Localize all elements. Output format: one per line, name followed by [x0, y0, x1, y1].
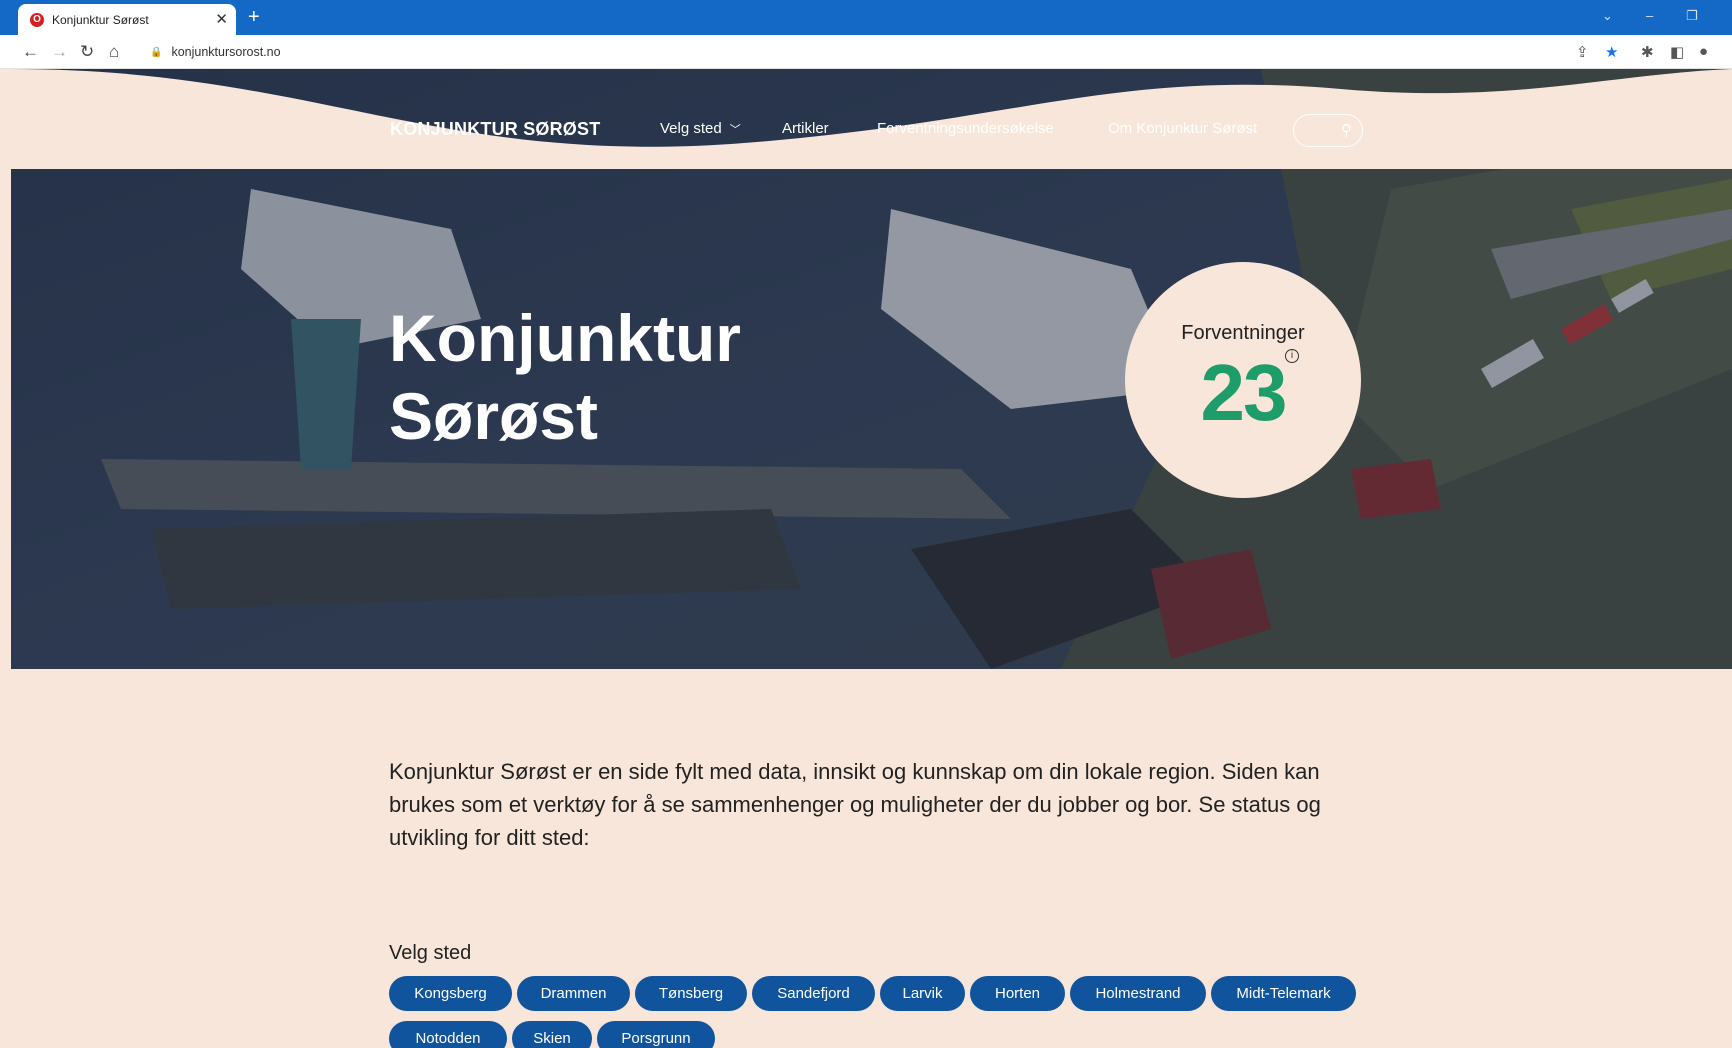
place-pill[interactable]: Notodden	[389, 1021, 507, 1048]
minimize-icon[interactable]: –	[1646, 8, 1653, 23]
tab-search-icon[interactable]: ⌄	[1602, 8, 1613, 24]
place-pill[interactable]: Kongsberg	[389, 976, 512, 1011]
tab-title: Konjunktur Sørøst	[52, 12, 149, 27]
hero-title: Konjunktur Sørøst	[389, 299, 741, 455]
lock-icon: 🔒	[150, 46, 163, 58]
extensions-icon[interactable]: ✱	[1641, 43, 1654, 61]
place-pill[interactable]: Drammen	[517, 976, 630, 1011]
address-bar[interactable]: 🔒 konjunktursorost.no	[142, 40, 1572, 64]
back-icon[interactable]: ←	[22, 42, 39, 62]
search-button[interactable]: ⚲	[1293, 114, 1363, 147]
site-logo[interactable]: KONJUNKTUR SØRØST	[390, 119, 600, 140]
expectations-label: Forventninger	[1181, 322, 1305, 344]
chevron-down-icon: ﹀	[729, 124, 741, 136]
place-pill[interactable]: Horten	[970, 976, 1065, 1011]
tab-bar: O Konjunktur Sørøst ✕ + ⌄ – ❐	[0, 0, 1732, 35]
place-pill[interactable]: Sandefjord	[752, 976, 875, 1011]
expectations-value: 23	[1200, 348, 1288, 437]
info-icon[interactable]: i	[1285, 349, 1299, 363]
forward-icon[interactable]: →	[51, 42, 68, 62]
nav-forventningsundersokelse[interactable]: Forventningsundersøkelse	[877, 120, 1054, 137]
reload-icon[interactable]: ↻	[80, 42, 94, 62]
search-icon: ⚲	[1341, 122, 1352, 139]
place-pill[interactable]: Larvik	[880, 976, 965, 1011]
nav-velg-sted[interactable]: Velg sted ﹀	[660, 120, 741, 137]
share-icon[interactable]: ⇪	[1576, 43, 1589, 61]
hero-title-line2: Sørøst	[389, 379, 599, 453]
nav-om-konjunktur-sorost[interactable]: Om Konjunktur Sørøst	[1108, 120, 1257, 137]
new-tab-icon[interactable]: +	[248, 6, 260, 29]
bookmark-star-icon[interactable]: ★	[1605, 43, 1618, 61]
hero-wave-divider	[11, 69, 1732, 169]
close-tab-icon[interactable]: ✕	[215, 10, 228, 28]
places-label: Velg sted	[389, 942, 472, 964]
browser-tab[interactable]: O Konjunktur Sørøst ✕	[18, 4, 236, 35]
side-panel-icon[interactable]: ◧	[1670, 43, 1684, 61]
hero-section: KONJUNKTUR SØRØST Velg sted ﹀ Artikler Fo…	[11, 69, 1732, 669]
intro-text: Konjunktur Sørøst er en side fylt med da…	[389, 759, 1321, 850]
opera-favicon-icon: O	[30, 12, 44, 27]
place-pill[interactable]: Skien	[512, 1021, 592, 1048]
home-icon[interactable]: ⌂	[109, 42, 119, 62]
profile-icon[interactable]: ●	[1699, 43, 1708, 60]
browser-toolbar: ← → ↻ ⌂ 🔒 konjunktursorost.no ⇪ ★ ✱ ◧ ●	[0, 35, 1732, 69]
place-pill[interactable]: Tønsberg	[635, 976, 747, 1011]
place-pill[interactable]: Midt-Telemark	[1211, 976, 1356, 1011]
url-text: konjunktursorost.no	[171, 45, 281, 59]
restore-icon[interactable]: ❐	[1686, 8, 1698, 24]
hero-title-line1: Konjunktur	[389, 301, 741, 375]
place-pill[interactable]: Porsgrunn	[597, 1021, 715, 1048]
expectations-badge[interactable]: Forventninger 23 i	[1125, 262, 1361, 498]
nav-artikler[interactable]: Artikler	[782, 120, 829, 137]
place-pill[interactable]: Holmestrand	[1070, 976, 1206, 1011]
nav-velg-sted-label: Velg sted	[660, 120, 722, 137]
page: KONJUNKTUR SØRØST Velg sted ﹀ Artikler Fo…	[11, 69, 1732, 1048]
